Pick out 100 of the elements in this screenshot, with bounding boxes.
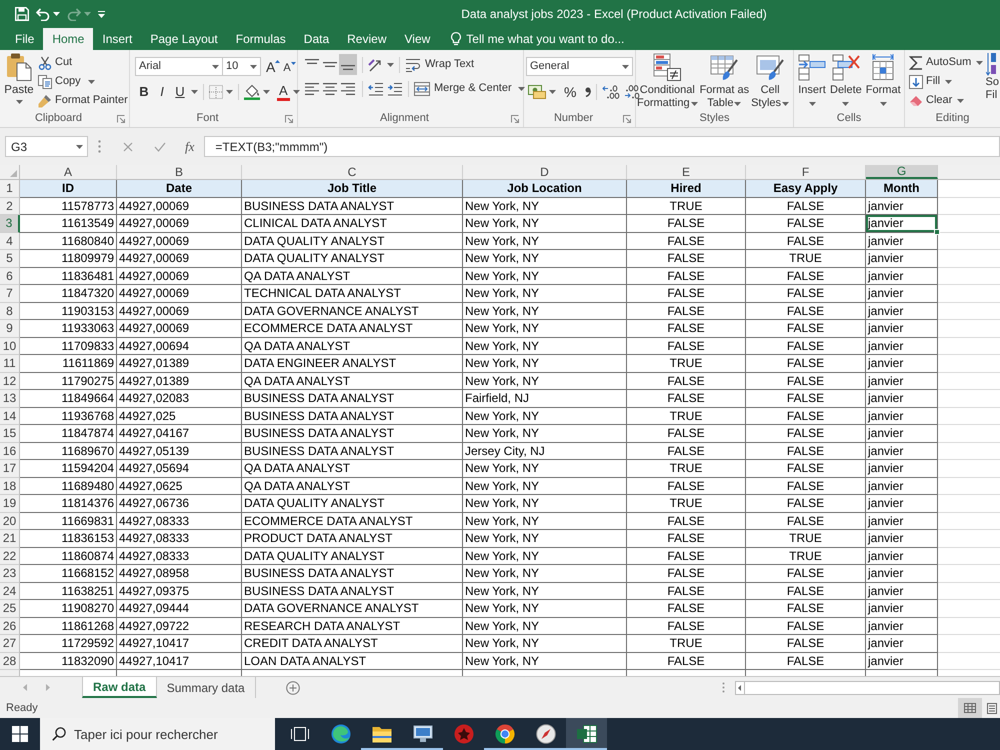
dialog-launcher-icon[interactable] (623, 114, 631, 122)
caret-icon[interactable] (292, 90, 300, 94)
plus-circle-icon[interactable] (286, 680, 300, 694)
taskbar-button[interactable] (566, 718, 607, 750)
start-icon[interactable] (12, 726, 28, 742)
caret-icon[interactable] (226, 90, 233, 94)
outdent-icon[interactable] (368, 82, 384, 96)
caret-icon[interactable] (842, 102, 850, 106)
caret-icon[interactable] (880, 102, 887, 106)
row-header[interactable]: 23 (0, 565, 20, 582)
delete-button[interactable]: Delete (830, 53, 862, 110)
row-header[interactable]: 13 (0, 390, 20, 408)
ribbon-tab[interactable]: Page Layout (141, 28, 227, 50)
caret-icon[interactable] (518, 86, 525, 90)
caret-icon[interactable] (53, 12, 60, 16)
ribbon-tab[interactable]: Home (43, 28, 94, 50)
row-header[interactable]: 7 (0, 285, 20, 302)
row-header[interactable]: 3 (0, 215, 20, 232)
caret-icon[interactable] (250, 64, 257, 68)
normal-view-button[interactable] (958, 698, 982, 718)
font-color-button[interactable]: A (277, 84, 290, 100)
caret-icon[interactable] (622, 64, 629, 68)
row-header[interactable]: 25 (0, 600, 20, 618)
ribbon-tab[interactable]: Review (338, 28, 396, 50)
caret-icon[interactable] (76, 144, 83, 148)
percent-button[interactable]: % (564, 84, 576, 100)
autosum-button[interactable]: AutoSum (909, 53, 984, 72)
row-header[interactable]: 26 (0, 618, 20, 635)
fill-button[interactable]: Fill (909, 72, 984, 91)
dialog-launcher-icon[interactable] (511, 114, 519, 122)
row-header[interactable]: 8 (0, 302, 20, 320)
search-field[interactable]: Taper ici pour rechercher (40, 718, 275, 750)
shrink-font-button[interactable]: A (283, 60, 296, 74)
column-header[interactable]: G (866, 165, 938, 179)
dialog-launcher-icon[interactable] (285, 114, 293, 122)
format-button[interactable]: Format (866, 53, 901, 110)
paste-button[interactable]: Paste (3, 50, 35, 110)
sheet-tab[interactable]: Raw data (82, 677, 157, 698)
underline-button[interactable]: U (171, 84, 189, 100)
indent-icon[interactable] (387, 82, 403, 96)
ribbon-tab[interactable]: File (6, 28, 44, 50)
dialog-launcher-icon[interactable] (117, 114, 125, 122)
row-header[interactable]: 22 (0, 548, 20, 565)
tell-me-field[interactable]: Tell me what you want to do... (466, 30, 636, 48)
currency-notes-icon[interactable] (528, 85, 546, 99)
sort-filter-button[interactable]: So Fil (986, 50, 1000, 110)
column-header[interactable]: B (117, 165, 242, 179)
cell-styles-button[interactable]: Cell Styles (751, 53, 790, 110)
clear-button[interactable]: Clear (909, 91, 984, 110)
row-header[interactable]: 11 (0, 355, 20, 372)
font-size-field[interactable]: 10 (223, 57, 261, 76)
row-header[interactable]: 18 (0, 478, 20, 495)
row-header[interactable]: 24 (0, 582, 20, 600)
row-header[interactable]: 21 (0, 530, 20, 548)
dots-icon[interactable] (722, 682, 725, 693)
caret-icon[interactable] (16, 100, 22, 104)
ribbon-tab[interactable]: Formulas (226, 28, 295, 50)
undo-icon[interactable] (36, 8, 50, 20)
italic-button[interactable]: I (153, 84, 171, 100)
row-header[interactable]: 5 (0, 250, 20, 268)
row-header[interactable]: 9 (0, 320, 20, 338)
row-header[interactable]: 4 (0, 232, 20, 250)
formula-field[interactable]: =TEXT(B3;"mmmm") (204, 136, 1000, 157)
caret-icon[interactable] (690, 102, 698, 106)
row-header[interactable]: 27 (0, 635, 20, 652)
row-header[interactable]: 12 (0, 372, 20, 390)
caret-icon[interactable] (191, 90, 198, 94)
row-header[interactable]: 28 (0, 652, 20, 670)
copy-button[interactable]: Copy (38, 72, 128, 91)
cut-button[interactable]: Cut (38, 53, 128, 72)
name-box[interactable]: G3 (5, 136, 88, 157)
row-header[interactable]: 17 (0, 460, 20, 478)
caret-icon[interactable] (782, 102, 790, 106)
comma-style-icon[interactable] (585, 87, 592, 97)
column-header[interactable]: C (242, 165, 463, 179)
caret-icon[interactable] (88, 80, 95, 84)
row-header[interactable]: 2 (0, 198, 20, 215)
format-painter-button[interactable]: Format Painter (38, 91, 128, 110)
caret-icon[interactable] (808, 102, 816, 106)
insert-function-button[interactable]: fx (185, 136, 194, 156)
font-name-field[interactable]: Arial (135, 57, 223, 76)
row-header[interactable]: 14 (0, 408, 20, 425)
row-header[interactable]: 19 (0, 495, 20, 512)
borders-icon[interactable] (209, 85, 223, 99)
caret-icon[interactable] (263, 90, 270, 94)
fill-color-icon[interactable] (244, 84, 260, 100)
caret-icon[interactable] (945, 80, 952, 84)
row-header[interactable]: 6 (0, 268, 20, 285)
column-header[interactable]: E (627, 165, 746, 179)
save-icon[interactable] (15, 7, 29, 21)
insert-button[interactable]: Insert (798, 53, 826, 110)
caret-icon[interactable] (976, 60, 984, 64)
row-header[interactable]: 10 (0, 338, 20, 355)
merge-center-button[interactable]: Merge & Center (414, 80, 525, 97)
enter-check-icon[interactable] (154, 142, 166, 152)
horizontal-scrollbar[interactable] (745, 680, 1000, 694)
caret-icon[interactable] (387, 62, 394, 66)
conditional-formatting-button[interactable]: Conditional Formatting (637, 53, 698, 110)
align-bottom-button[interactable] (339, 54, 357, 75)
row-header[interactable]: 15 (0, 425, 20, 442)
